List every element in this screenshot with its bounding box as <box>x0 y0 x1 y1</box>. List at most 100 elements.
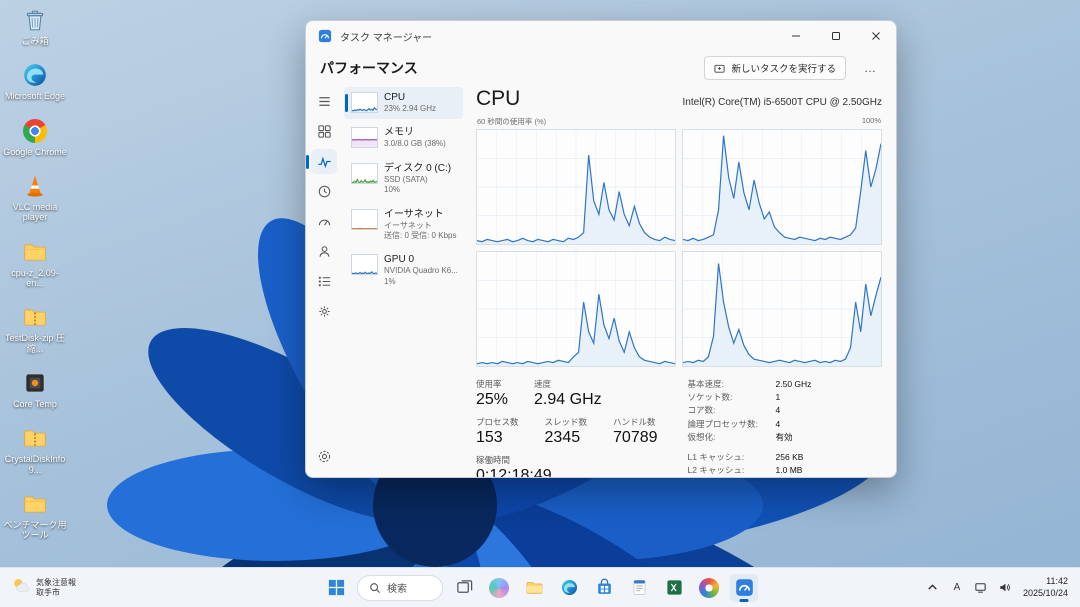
nav-users-icon[interactable] <box>311 239 337 264</box>
run-new-task-button[interactable]: 新しいタスクを実行する <box>704 56 846 80</box>
page-title: パフォーマンス <box>320 58 418 78</box>
navigation-rail <box>306 85 342 477</box>
desktop-icon-crystaldisk-zip[interactable]: CrystalDiskInfo9... <box>2 422 68 477</box>
desktop-icon-testdisk-zip[interactable]: TestDisk-zip 圧縮... <box>2 301 68 356</box>
desktop-icon-column: ごみ箱 Microsoft Edge Google Chrome VLC med… <box>2 4 68 543</box>
volume-icon[interactable] <box>997 576 1013 600</box>
file-explorer-button[interactable] <box>520 574 548 602</box>
nav-processes-icon[interactable] <box>311 119 337 144</box>
settings-button[interactable] <box>311 444 337 469</box>
close-button[interactable] <box>856 21 896 51</box>
start-button[interactable] <box>322 574 350 602</box>
clock[interactable]: 11:42 2025/10/24 <box>1021 574 1070 601</box>
desktop-icon-label: TestDisk-zip 圧縮... <box>3 333 67 354</box>
store-button[interactable] <box>590 574 618 602</box>
folder-icon <box>21 238 49 266</box>
clock-date: 2025/10/24 <box>1023 588 1068 600</box>
edge-icon <box>21 61 49 89</box>
page-header: パフォーマンス 新しいタスクを実行する … <box>306 51 896 85</box>
cpu-chart-core-3 <box>682 251 882 367</box>
desktop-icon-chrome[interactable]: Google Chrome <box>2 115 68 159</box>
search-placeholder: 検索 <box>387 580 407 595</box>
chart-axis-label: 60 秒間の使用率 (%) <box>477 116 546 127</box>
excel-button[interactable] <box>660 574 688 602</box>
system-tray: A 11:42 2025/10/24 <box>925 574 1080 601</box>
store-icon <box>595 578 614 597</box>
desktop-icon-edge[interactable]: Microsoft Edge <box>2 59 68 103</box>
weather-widget[interactable]: 気象注意報 取手市 <box>0 575 76 600</box>
taskbar-search-input[interactable]: 検索 <box>357 575 443 601</box>
task-manager-app-icon <box>318 29 332 43</box>
photos-icon <box>699 578 719 598</box>
sidebar-item-memory[interactable]: メモリ 3.0/8.0 GB (38%) <box>344 122 463 154</box>
run-new-task-icon <box>714 63 725 74</box>
coretemp-icon <box>21 369 49 397</box>
sidebar-item-cpu[interactable]: CPU 23% 2.94 GHz <box>344 87 463 119</box>
clock-time: 11:42 <box>1023 576 1068 588</box>
ime-mode-indicator[interactable]: A <box>949 576 965 600</box>
cpu-logical-processor-charts[interactable] <box>476 129 882 367</box>
nav-startup-apps-icon[interactable] <box>311 209 337 234</box>
cpu-sparkline <box>351 92 378 113</box>
nav-app-history-icon[interactable] <box>311 179 337 204</box>
cpu-chart-core-2 <box>476 251 676 367</box>
gpu-sparkline <box>351 254 378 275</box>
desktop-icon-recycle-bin[interactable]: ごみ箱 <box>2 4 68 48</box>
copilot-button[interactable] <box>485 574 513 602</box>
ethernet-sparkline <box>351 209 378 230</box>
desktop-icon-label: Google Chrome <box>3 147 67 157</box>
desktop-icon-label: ごみ箱 <box>21 36 48 46</box>
window-controls <box>776 21 896 51</box>
notepad-button[interactable] <box>625 574 653 602</box>
desktop-icon-benchmark-folder[interactable]: ベンチマーク用ツール <box>2 488 68 543</box>
cpu-detail-panel: CPU Intel(R) Core(TM) i5-6500T CPU @ 2.5… <box>468 85 896 477</box>
excel-icon <box>665 578 684 597</box>
desktop-icon-label: VLC media player <box>3 202 67 223</box>
chart-max-label: 100% <box>862 116 881 127</box>
notepad-icon <box>630 578 649 597</box>
nav-menu-button[interactable] <box>311 89 337 114</box>
copilot-icon <box>489 578 509 598</box>
memory-sparkline <box>351 127 378 148</box>
nav-details-icon[interactable] <box>311 269 337 294</box>
sidebar-item-disk[interactable]: ディスク 0 (C:) SSD (SATA) 10% <box>344 158 463 201</box>
vlc-icon <box>21 172 49 200</box>
photos-button[interactable] <box>695 574 723 602</box>
hidden-icons-chevron[interactable] <box>925 576 941 600</box>
desktop-icon-coretemp[interactable]: Core Temp <box>2 367 68 411</box>
window-title: タスク マネージャー <box>340 29 432 44</box>
more-options-button[interactable]: … <box>858 59 882 77</box>
desktop-icon-label: Core Temp <box>13 399 57 409</box>
desktop-icon-label: CrystalDiskInfo9... <box>3 454 67 475</box>
cpu-model-name: Intel(R) Core(TM) i5-6500T CPU @ 2.50GHz <box>683 97 882 108</box>
window-titlebar[interactable]: タスク マネージャー <box>306 21 896 51</box>
weather-icon <box>10 575 30 600</box>
task-view-button[interactable] <box>450 574 478 602</box>
cpu-chart-core-0 <box>476 129 676 245</box>
desktop: ごみ箱 Microsoft Edge Google Chrome VLC med… <box>0 0 1080 607</box>
network-icon[interactable] <box>973 576 989 600</box>
file-explorer-icon <box>525 578 544 597</box>
recycle-bin-icon <box>21 6 49 34</box>
nav-performance-icon[interactable] <box>311 149 337 174</box>
zip-folder-icon <box>21 424 49 452</box>
nav-services-icon[interactable] <box>311 299 337 324</box>
folder-icon <box>21 490 49 518</box>
task-manager-window: タスク マネージャー パフォーマンス 新しいタスクを実行する … <box>305 20 897 478</box>
edge-icon <box>560 578 579 597</box>
desktop-icon-label: cpu-z_2.09-en... <box>3 268 67 289</box>
sidebar-item-gpu[interactable]: GPU 0 NVIDIA Quadro K6... 1% <box>344 249 463 292</box>
taskbar-center: 検索 <box>322 574 758 602</box>
desktop-icon-label: ベンチマーク用ツール <box>3 520 67 541</box>
desktop-icon-cpuz-folder[interactable]: cpu-z_2.09-en... <box>2 236 68 291</box>
cpu-heading: CPU <box>476 87 520 111</box>
minimize-button[interactable] <box>776 21 816 51</box>
task-manager-taskbar-button[interactable] <box>730 574 758 602</box>
disk-sparkline <box>351 163 378 184</box>
performance-sidebar: CPU 23% 2.94 GHz メモリ 3.0/8.0 GB (38%) <box>342 85 468 477</box>
desktop-icon-vlc[interactable]: VLC media player <box>2 170 68 225</box>
edge-button[interactable] <box>555 574 583 602</box>
maximize-button[interactable] <box>816 21 856 51</box>
cpu-chart-core-1 <box>682 129 882 245</box>
sidebar-item-ethernet[interactable]: イーサネット イーサネット 送信: 0 受信: 0 Kbps <box>344 204 463 247</box>
